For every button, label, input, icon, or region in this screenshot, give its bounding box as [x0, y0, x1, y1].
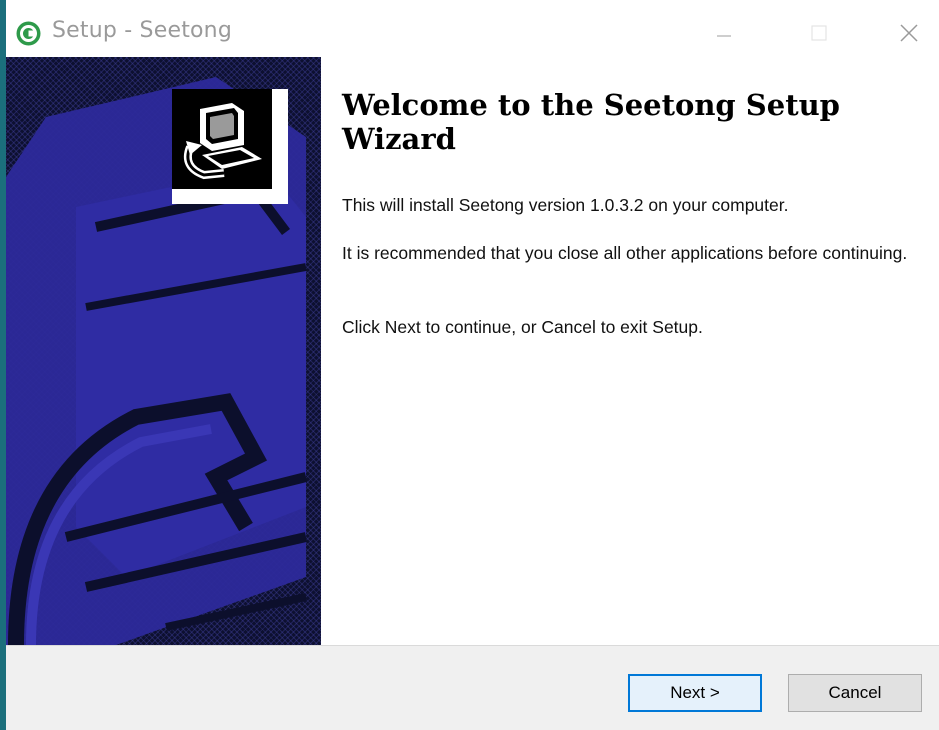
maximize-button[interactable]	[796, 14, 842, 52]
seetong-logo-icon	[16, 21, 41, 46]
minimize-icon	[717, 35, 731, 37]
window-title: Setup - Seetong	[52, 18, 232, 43]
button-bar: Next > Cancel	[6, 645, 939, 730]
close-icon	[900, 24, 918, 42]
instructions-text: Click Next to continue, or Cancel to exi…	[342, 317, 703, 337]
install-version-text: This will install Seetong version 1.0.3.…	[342, 195, 789, 215]
wizard-banner-image	[6, 57, 321, 645]
next-button[interactable]: Next >	[628, 674, 762, 712]
close-apps-text: It is recommended that you close all oth…	[342, 243, 908, 263]
title-bar[interactable]: Setup - Seetong	[6, 0, 939, 57]
minimize-button[interactable]	[701, 14, 747, 52]
cancel-button[interactable]: Cancel	[788, 674, 922, 712]
wizard-content: Welcome to the Seetong Setup Wizard This…	[342, 88, 922, 337]
banner-icon-frame	[172, 89, 288, 204]
setup-window: Setup - Seetong Welcome to the Seetong S…	[0, 0, 939, 730]
computer-install-icon	[172, 89, 272, 189]
maximize-icon	[811, 25, 827, 41]
page-title: Welcome to the Seetong Setup Wizard	[342, 88, 840, 156]
close-button[interactable]	[886, 14, 932, 52]
